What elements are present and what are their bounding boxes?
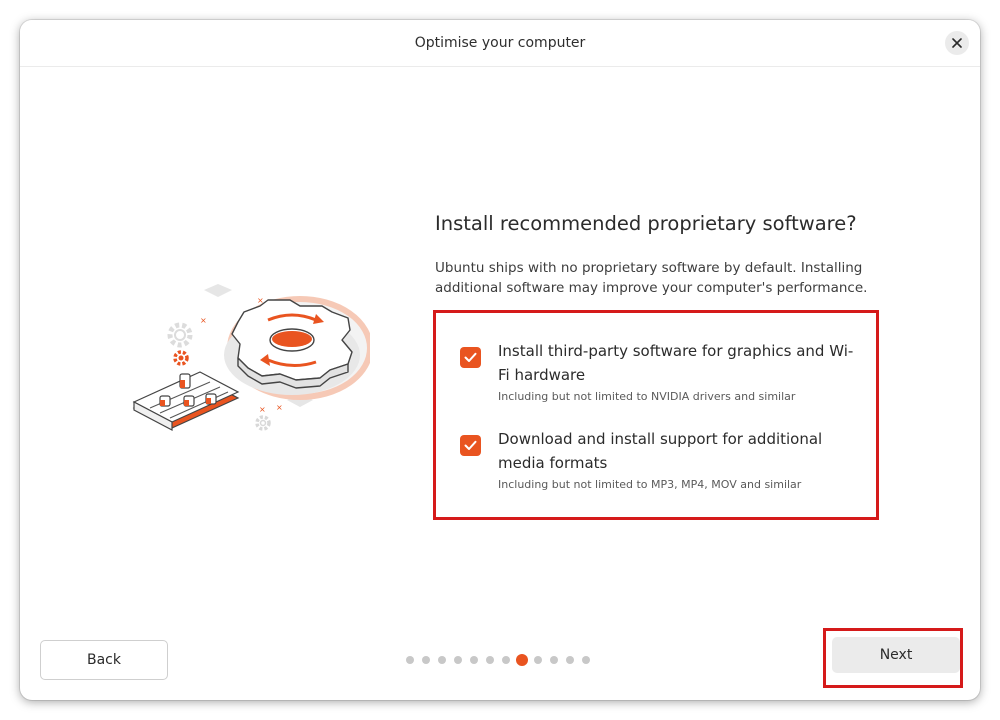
small-gear-icon	[173, 350, 189, 366]
option-label: Download and install support for additio…	[498, 430, 823, 472]
option-media-formats[interactable]: Download and install support for additio…	[460, 427, 856, 497]
small-gear-icon	[255, 415, 271, 431]
svg-text:×: ×	[259, 405, 266, 414]
optimise-illustration: × × × × × ×	[132, 284, 370, 431]
step-dot	[534, 656, 542, 664]
page-heading: Install recommended proprietary software…	[435, 212, 857, 235]
step-dot	[406, 656, 414, 664]
installer-window: Optimise your computer × × × × × ×	[20, 20, 980, 700]
third-party-checkbox[interactable]	[460, 347, 481, 368]
option-sublabel: Including but not limited to NVIDIA driv…	[498, 390, 796, 403]
diamond-decor	[204, 284, 232, 297]
step-dot	[502, 656, 510, 664]
close-icon	[952, 38, 962, 48]
step-dot-current	[516, 654, 528, 666]
page-description: Ubuntu ships with no proprietary softwar…	[435, 260, 868, 296]
options-group: Install third-party software for graphic…	[433, 310, 879, 520]
window-title: Optimise your computer	[414, 35, 586, 51]
checkmark-icon	[464, 440, 477, 450]
equalizer-icon	[132, 371, 240, 431]
back-button[interactable]: Back	[40, 640, 168, 680]
small-gear-icon	[167, 322, 193, 348]
step-dot	[422, 656, 430, 664]
titlebar: Optimise your computer	[20, 20, 980, 67]
option-label: Install third-party software for graphic…	[498, 342, 854, 384]
step-dot	[550, 656, 558, 664]
step-dot	[470, 656, 478, 664]
step-dot	[582, 656, 590, 664]
step-dot	[438, 656, 446, 664]
svg-text:×: ×	[276, 403, 283, 412]
gear-icon	[231, 299, 353, 389]
checkmark-icon	[464, 352, 477, 362]
option-sublabel: Including but not limited to MP3, MP4, M…	[498, 478, 802, 491]
screen: Optimise your computer × × × × × ×	[0, 0, 1000, 720]
media-formats-checkbox[interactable]	[460, 435, 481, 456]
step-dot	[486, 656, 494, 664]
close-button[interactable]	[945, 31, 969, 55]
svg-text:×: ×	[200, 316, 207, 325]
step-dot	[454, 656, 462, 664]
next-button[interactable]: Next	[832, 637, 960, 673]
content-panel: Install recommended proprietary software…	[435, 210, 875, 298]
step-indicator	[406, 654, 598, 666]
step-dot	[566, 656, 574, 664]
next-button-highlight: Next	[823, 628, 963, 688]
option-third-party[interactable]: Install third-party software for graphic…	[460, 339, 856, 409]
